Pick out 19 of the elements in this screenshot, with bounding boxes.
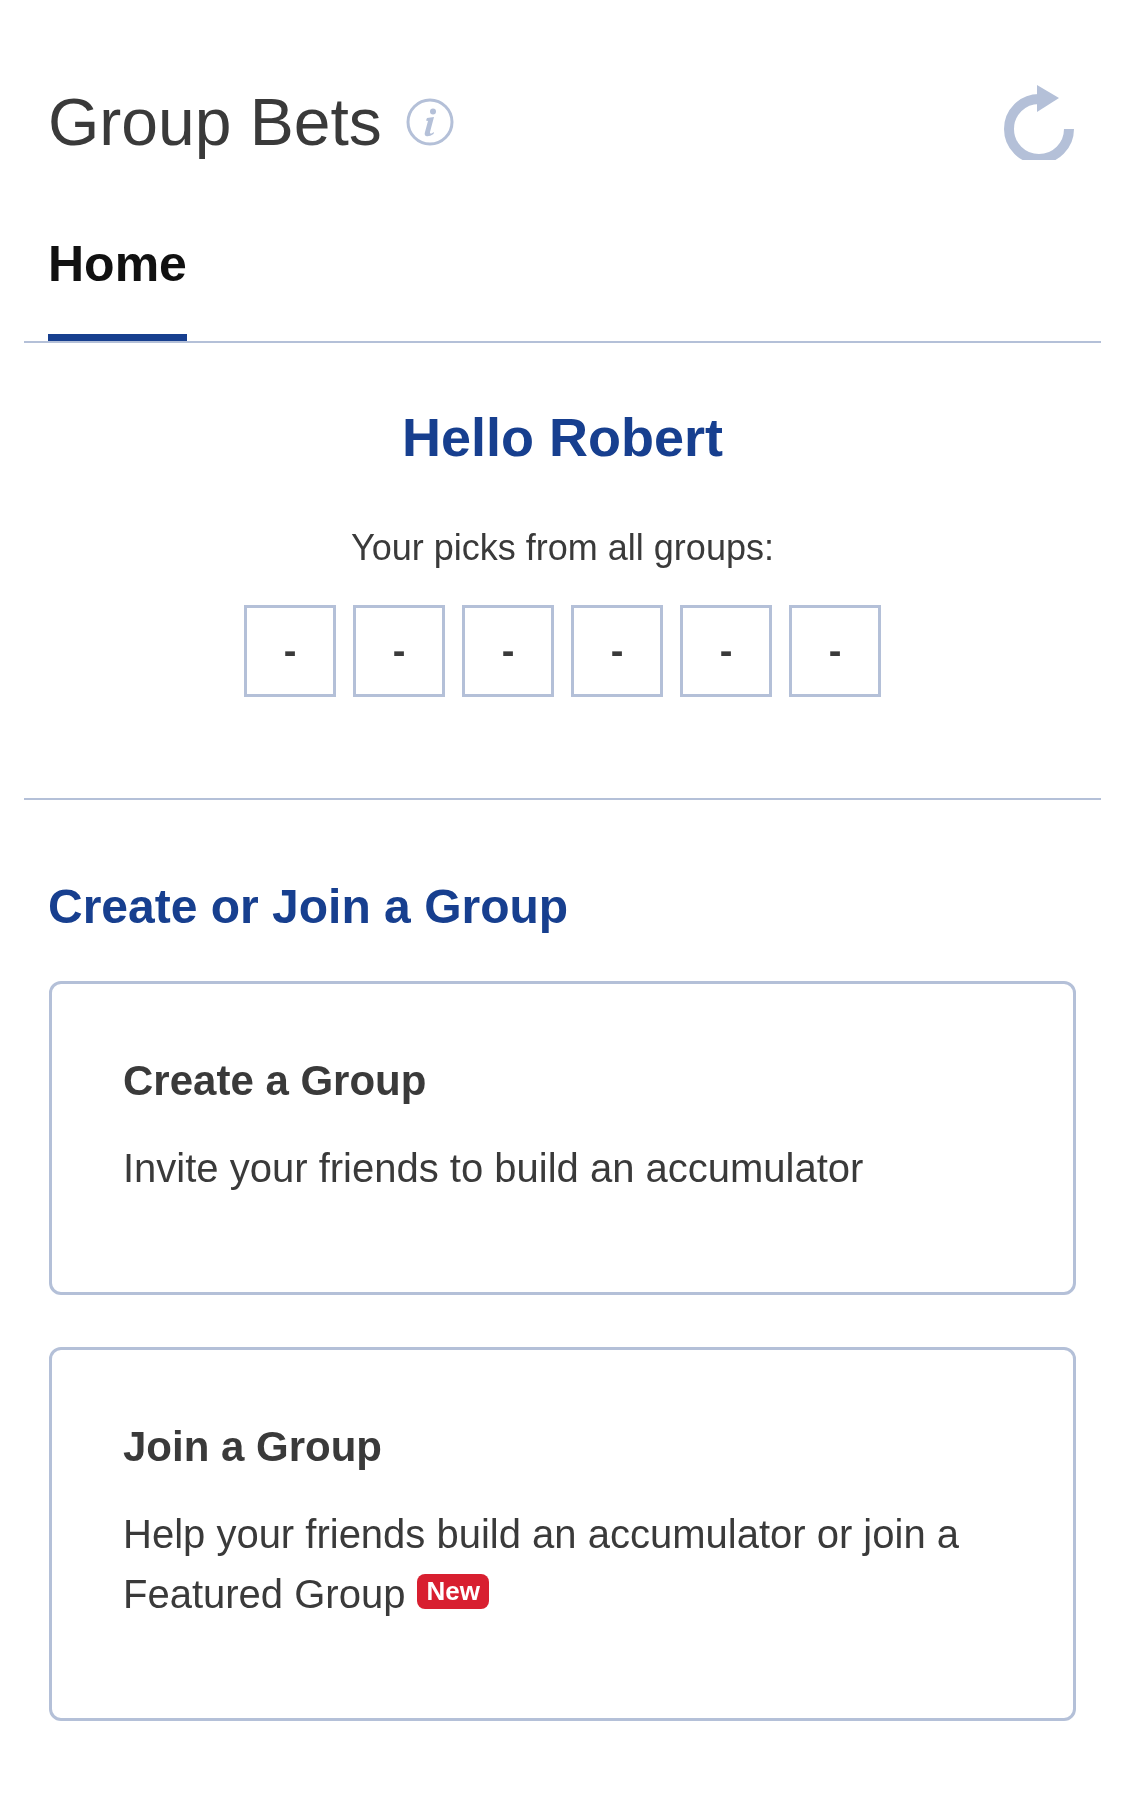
option-card[interactable]: Create a Group Invite your friends to build an accumulator bbox=[49, 981, 1076, 1295]
pick-slot: - bbox=[571, 605, 663, 697]
card-title: Create a Group bbox=[123, 1060, 427, 1102]
home-tab[interactable]: Home bbox=[48, 209, 187, 341]
info-icon[interactable] bbox=[405, 98, 454, 146]
pick-slot: - bbox=[244, 605, 336, 697]
pick-slot: - bbox=[353, 605, 445, 697]
card-title: Join a Group bbox=[123, 1426, 382, 1468]
card-description: Help your friends build an accumulator or join a Featured Group New bbox=[123, 1511, 960, 1618]
pick-slot: - bbox=[462, 605, 554, 697]
new-badge: New bbox=[417, 1574, 489, 1609]
picks-label: Your picks from all groups: bbox=[351, 530, 774, 566]
pick-slot: - bbox=[680, 605, 772, 697]
refresh-icon[interactable] bbox=[1004, 84, 1074, 160]
option-card[interactable]: Join a Group Help your friends build an accumulator or join a Featured Group New bbox=[49, 1347, 1076, 1721]
section-heading: Create or Join a Group bbox=[48, 883, 569, 931]
pick-slot: - bbox=[789, 605, 881, 697]
card-description: Invite your friends to build an accumulator bbox=[123, 1145, 865, 1192]
greeting-heading: Hello Robert bbox=[402, 410, 723, 464]
